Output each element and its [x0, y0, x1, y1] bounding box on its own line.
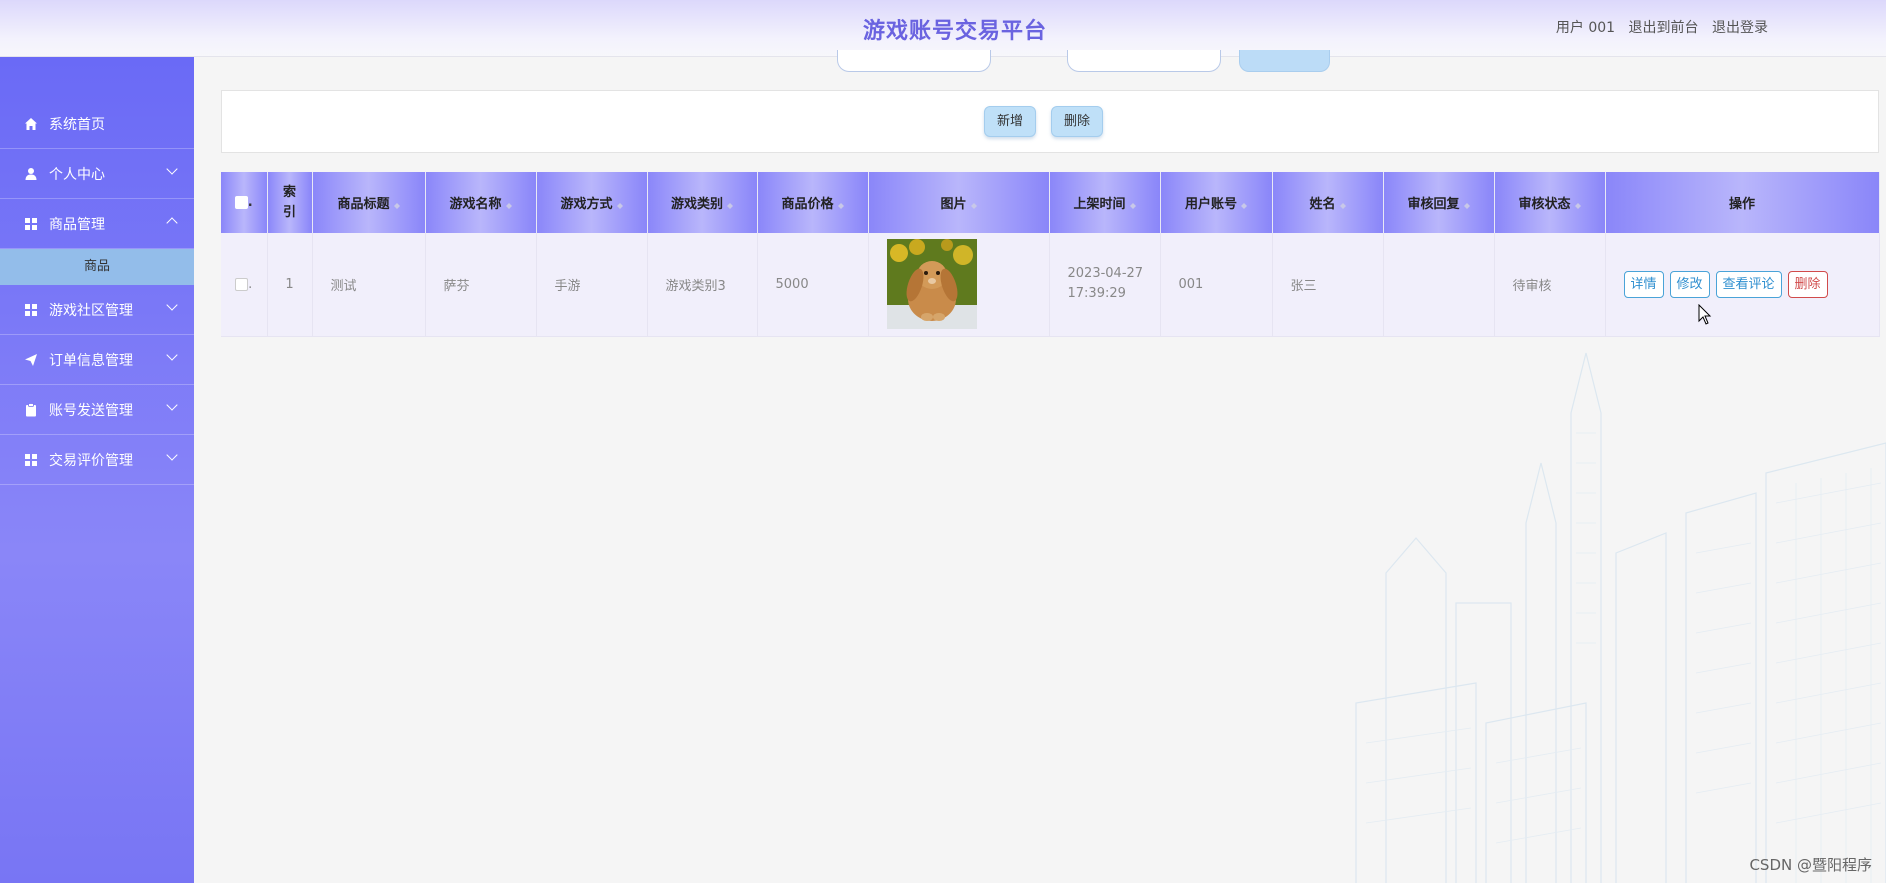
- column-header-reply[interactable]: 审核回复: [1383, 172, 1495, 233]
- cell-image: [868, 233, 1050, 337]
- watermark: CSDN @暨阳程序: [1749, 856, 1872, 874]
- sort-icon[interactable]: [1463, 200, 1470, 210]
- cell-date-day: 2023-04-27: [1067, 266, 1144, 282]
- sidebar: 系统首页 个人中心 商品管理 商品 游戏社区管理 订单信息管理 账号发送管理 交…: [0, 57, 194, 883]
- mouse-cursor-icon: [1698, 304, 1712, 325]
- city-skyline-background: [1355, 352, 1886, 883]
- sidebar-item-label: 交易评价管理: [49, 452, 133, 469]
- batch-delete-button[interactable]: 删除: [1051, 106, 1104, 137]
- chevron-down-icon: [166, 449, 178, 461]
- home-icon: [25, 117, 37, 130]
- chevron-down-icon: [166, 299, 178, 311]
- chevron-down-icon: [166, 349, 178, 361]
- sort-icon[interactable]: [837, 200, 844, 210]
- submenu-item-goods[interactable]: 商品: [0, 249, 194, 285]
- grid-icon: [25, 303, 37, 316]
- sort-icon[interactable]: [727, 200, 733, 210]
- cell-category: 游戏类别3: [647, 233, 758, 337]
- chevron-down-icon: [166, 399, 178, 411]
- cell-account: 001: [1160, 233, 1273, 337]
- sidebar-item-account-delivery[interactable]: 账号发送管理: [0, 385, 194, 435]
- column-header-actions: 操作: [1605, 172, 1880, 233]
- chevron-up-icon: [166, 217, 178, 229]
- sort-icon[interactable]: [616, 200, 623, 210]
- search-input-game[interactable]: [1067, 50, 1221, 72]
- sidebar-item-label: 游戏社区管理: [49, 302, 133, 319]
- sidebar-item-label: 系统首页: [49, 116, 105, 133]
- edit-button[interactable]: 修改: [1669, 270, 1710, 298]
- column-header-category[interactable]: 游戏类别: [647, 172, 758, 233]
- sidebar-item-goods[interactable]: 商品管理: [0, 199, 194, 249]
- sort-icon[interactable]: [1574, 200, 1581, 210]
- clipboard-icon: [26, 402, 36, 416]
- sidebar-item-reviews[interactable]: 交易评价管理: [0, 435, 194, 485]
- cell-reply: [1383, 233, 1495, 337]
- sort-icon[interactable]: [393, 200, 400, 210]
- cell-name: 张三: [1272, 233, 1384, 337]
- sort-icon[interactable]: [1241, 200, 1247, 210]
- delete-button[interactable]: 删除: [1787, 270, 1828, 298]
- send-icon: [25, 353, 37, 366]
- row-select-cell[interactable]: .: [221, 233, 268, 337]
- column-header-game-name[interactable]: 游戏名称: [425, 172, 537, 233]
- column-header-status[interactable]: 审核状态: [1494, 172, 1606, 233]
- select-all-checkbox[interactable]: [234, 196, 248, 209]
- cell-date-time: 17:39:29: [1067, 286, 1126, 302]
- sidebar-item-label: 商品管理: [49, 216, 105, 233]
- row-checkbox[interactable]: [235, 277, 249, 291]
- column-header-account[interactable]: 用户账号: [1160, 172, 1273, 233]
- cell-index: 1: [267, 233, 313, 337]
- cell-status: 待审核: [1494, 233, 1606, 337]
- select-all-header[interactable]: .: [221, 172, 268, 233]
- sidebar-item-label: 账号发送管理: [49, 402, 133, 419]
- user-area: 用户 001 退出到前台 退出登录: [1547, 17, 1768, 37]
- sort-icon[interactable]: [1339, 200, 1346, 210]
- user-label: 用户 001: [1555, 20, 1616, 36]
- sidebar-item-label: 订单信息管理: [49, 352, 133, 369]
- grid-icon: [25, 217, 37, 230]
- column-header-date[interactable]: 上架时间: [1049, 172, 1161, 233]
- column-header-image[interactable]: 图片: [868, 172, 1050, 233]
- sort-icon[interactable]: [970, 200, 977, 210]
- add-button[interactable]: 新增: [984, 106, 1037, 137]
- column-header-price[interactable]: 商品价格: [757, 172, 869, 233]
- detail-button[interactable]: 详情: [1623, 270, 1664, 298]
- cell-actions: 详情 修改 查看评论 删除: [1605, 233, 1880, 337]
- view-comments-button[interactable]: 查看评论: [1715, 270, 1782, 298]
- sidebar-item-label: 个人中心: [49, 166, 105, 183]
- cell-title: 测试: [312, 233, 426, 337]
- cell-price: 5000: [757, 233, 869, 337]
- search-button[interactable]: [1239, 50, 1330, 72]
- column-header-title[interactable]: 商品标题: [312, 172, 426, 233]
- search-input-title[interactable]: [837, 50, 991, 72]
- product-thumbnail[interactable]: [886, 239, 977, 330]
- sidebar-item-community[interactable]: 游戏社区管理: [0, 285, 194, 335]
- sidebar-item-home[interactable]: 系统首页: [0, 99, 194, 149]
- column-header-name[interactable]: 姓名: [1272, 172, 1384, 233]
- column-header-index: 索引: [267, 172, 313, 233]
- top-header: 游戏账号交易平台 用户 001 退出到前台 退出登录: [0, 0, 1886, 57]
- sort-icon[interactable]: [1129, 200, 1136, 210]
- goods-table: . 索引 商品标题 游戏名称 游戏方式 游戏类别 商品价格 图片 上架时间 用户…: [221, 172, 1880, 337]
- table-row: . 1 测试 萨芬 手游 游戏类别3 5000 2023-04-27 17:39…: [221, 233, 1880, 337]
- action-toolbar: 新增 删除: [221, 90, 1879, 153]
- sort-icon[interactable]: [505, 200, 512, 210]
- grid-icon: [25, 453, 37, 466]
- cell-game-name: 萨芬: [425, 233, 537, 337]
- column-header-game-mode[interactable]: 游戏方式: [536, 172, 648, 233]
- chevron-down-icon: [166, 163, 178, 175]
- cell-date: 2023-04-27 17:39:29: [1049, 233, 1161, 337]
- logout-link[interactable]: 退出登录: [1712, 20, 1768, 36]
- user-icon: [25, 167, 37, 180]
- table-header-row: . 索引 商品标题 游戏名称 游戏方式 游戏类别 商品价格 图片 上架时间 用户…: [221, 172, 1880, 233]
- cell-game-mode: 手游: [536, 233, 648, 337]
- sidebar-item-personal[interactable]: 个人中心: [0, 149, 194, 199]
- sidebar-menu: 系统首页 个人中心 商品管理 商品 游戏社区管理 订单信息管理 账号发送管理 交…: [0, 99, 194, 485]
- to-frontend-link[interactable]: 退出到前台: [1629, 20, 1699, 36]
- sidebar-item-orders[interactable]: 订单信息管理: [0, 335, 194, 385]
